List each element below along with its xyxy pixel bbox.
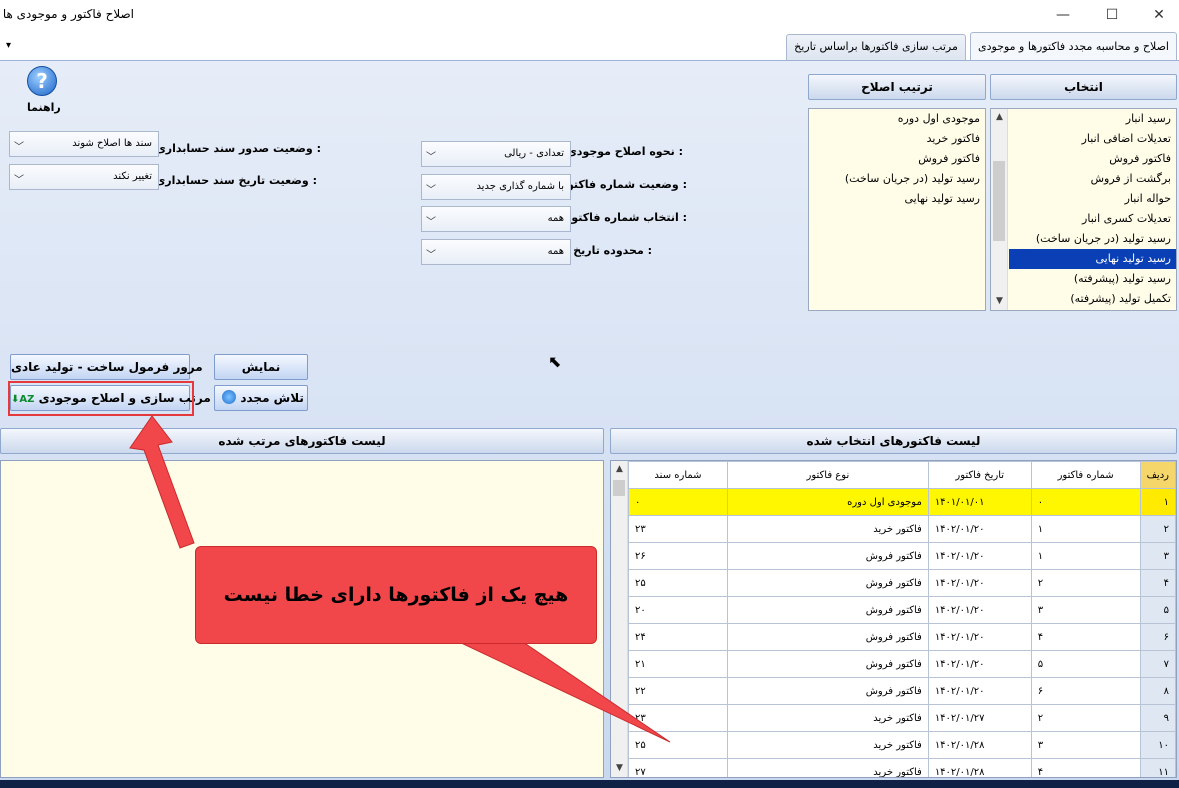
taskbar-strip [0,780,1179,788]
arrow-up-left [129,415,195,549]
callout-message: هیچ یک از فاکتورها دارای خطا نیست [195,546,597,644]
arrow-down-right [454,639,671,743]
annotation-arrows [129,415,671,743]
